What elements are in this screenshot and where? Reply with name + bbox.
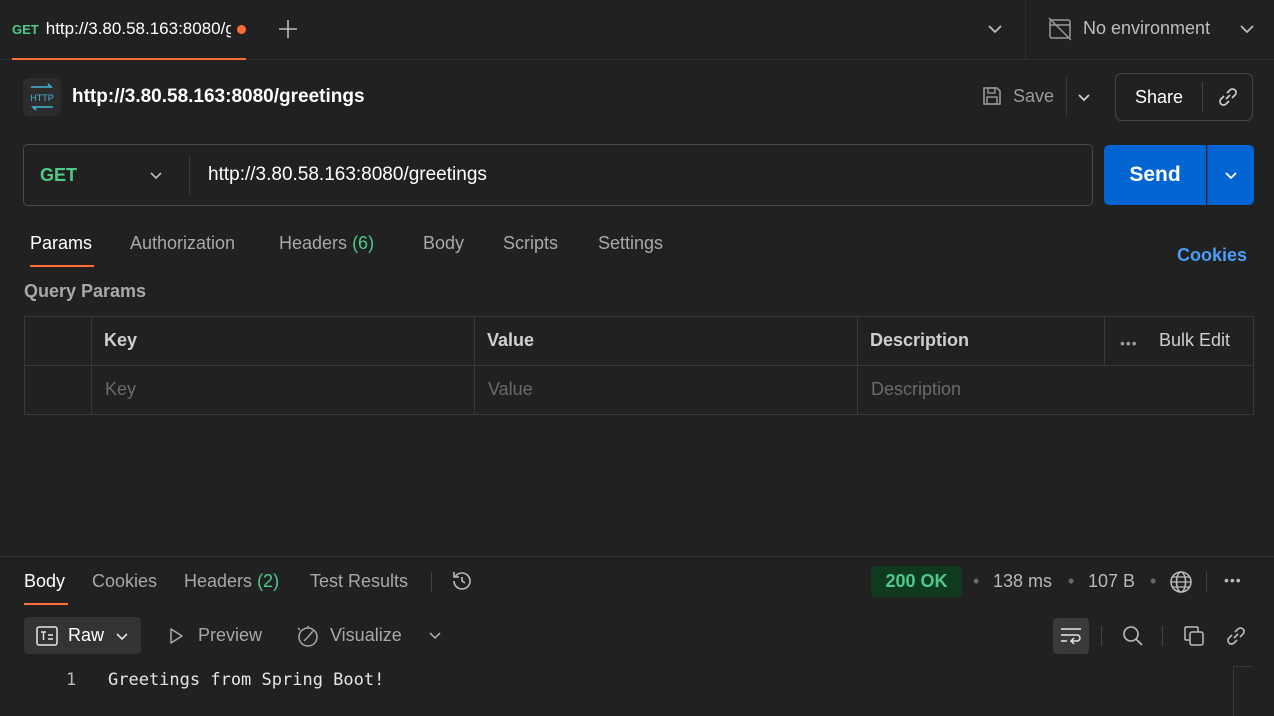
meta-separator bbox=[1206, 572, 1207, 592]
visualize-label: Visualize bbox=[330, 625, 402, 645]
tab-settings[interactable]: Settings bbox=[598, 233, 663, 254]
column-header-key: Key bbox=[104, 330, 138, 350]
response-tab-cookies[interactable]: Cookies bbox=[92, 571, 157, 592]
environment-chevron-icon[interactable] bbox=[1235, 17, 1259, 41]
line-number: 1 bbox=[66, 670, 77, 690]
query-params-title: Query Params bbox=[24, 281, 147, 301]
table-col-divider bbox=[91, 316, 92, 415]
save-label: Save bbox=[1013, 85, 1055, 106]
request-name[interactable]: http://3.80.58.163:8080/greetings bbox=[72, 86, 365, 108]
save-button[interactable]: Save bbox=[975, 76, 1063, 116]
copy-link-icon[interactable] bbox=[1204, 74, 1252, 120]
method-select[interactable]: GET bbox=[24, 145, 189, 205]
no-environment-icon bbox=[1047, 16, 1073, 42]
column-header-description: Description bbox=[870, 330, 970, 350]
tab-authorization[interactable]: Authorization bbox=[130, 233, 235, 254]
share-divider bbox=[1202, 82, 1203, 112]
tab-body[interactable]: Body bbox=[423, 233, 464, 254]
tabs-dropdown-chevron-icon[interactable] bbox=[983, 17, 1007, 41]
response-format-select[interactable]: Raw bbox=[24, 617, 141, 654]
tab-headers-count: (6) bbox=[352, 233, 375, 253]
new-tab-plus-icon[interactable] bbox=[276, 17, 300, 41]
format-label: Raw bbox=[68, 625, 105, 645]
save-divider bbox=[1066, 76, 1067, 118]
preview-label: Preview bbox=[198, 625, 263, 645]
table-col-divider bbox=[1104, 316, 1105, 365]
network-globe-icon[interactable] bbox=[1168, 569, 1194, 595]
http-request-icon: HTTP bbox=[23, 78, 61, 116]
response-link-icon[interactable] bbox=[1224, 624, 1248, 648]
share-button[interactable]: Share bbox=[1116, 74, 1202, 120]
request-tab[interactable]: GET http://3.80.58.163:8080/greetings bbox=[12, 0, 246, 60]
key-input[interactable]: Key bbox=[105, 379, 136, 400]
method-label: GET bbox=[40, 164, 78, 185]
response-pane-divider[interactable] bbox=[0, 556, 1274, 557]
response-tab-test-results[interactable]: Test Results bbox=[310, 571, 408, 592]
active-response-tab-indicator bbox=[24, 603, 68, 605]
meta-separator-dot: • bbox=[1068, 571, 1075, 591]
tab-method-label: GET bbox=[12, 21, 39, 37]
response-size[interactable]: 107 B bbox=[1088, 571, 1135, 592]
environment-selector[interactable]: No environment bbox=[1083, 18, 1210, 39]
value-input[interactable]: Value bbox=[488, 379, 533, 400]
response-headers-count: (2) bbox=[257, 571, 280, 591]
status-badge[interactable]: 200 OK bbox=[871, 566, 962, 597]
search-icon[interactable] bbox=[1121, 624, 1145, 648]
table-row-divider bbox=[24, 365, 1254, 366]
response-tabs-separator bbox=[431, 572, 432, 592]
response-scrollbar[interactable] bbox=[1233, 666, 1253, 716]
save-options-chevron-icon[interactable] bbox=[1068, 76, 1100, 118]
bulk-edit-button[interactable]: Bulk Edit bbox=[1159, 330, 1230, 351]
preview-button[interactable]: Preview bbox=[166, 617, 262, 654]
format-chevron-icon bbox=[114, 628, 130, 644]
toolbar-separator bbox=[1101, 626, 1102, 646]
url-divider bbox=[189, 155, 190, 195]
copy-icon[interactable] bbox=[1182, 624, 1206, 648]
history-icon[interactable] bbox=[449, 568, 475, 594]
meta-separator-dot: • bbox=[973, 571, 980, 591]
tab-headers-label: Headers bbox=[279, 233, 348, 253]
response-tab-body[interactable]: Body bbox=[24, 571, 65, 592]
tab-scripts[interactable]: Scripts bbox=[503, 233, 558, 254]
http-badge-label: HTTP bbox=[30, 93, 54, 103]
active-tab-indicator bbox=[30, 265, 94, 267]
tab-params[interactable]: Params bbox=[30, 233, 92, 254]
method-chevron-icon bbox=[147, 166, 165, 184]
more-options-icon[interactable]: ••• bbox=[1120, 335, 1138, 351]
play-icon bbox=[166, 626, 186, 646]
response-time[interactable]: 138 ms bbox=[993, 571, 1052, 592]
url-input[interactable]: http://3.80.58.163:8080/greetings bbox=[208, 162, 1078, 188]
toolbar-separator bbox=[1162, 626, 1163, 646]
save-icon bbox=[981, 85, 1003, 107]
response-tab-headers[interactable]: Headers (2) bbox=[184, 571, 279, 592]
response-more-options-icon[interactable]: ••• bbox=[1224, 572, 1242, 588]
column-header-value: Value bbox=[487, 330, 535, 350]
visualize-options-chevron-icon[interactable] bbox=[424, 624, 446, 646]
table-col-divider bbox=[857, 316, 858, 415]
visualize-icon bbox=[296, 624, 320, 648]
table-col-divider bbox=[474, 316, 475, 415]
tab-title: http://3.80.58.163:8080/greetings bbox=[45, 19, 232, 38]
send-options-chevron-icon[interactable] bbox=[1207, 145, 1254, 205]
response-headers-label: Headers bbox=[184, 571, 253, 591]
visualize-button[interactable]: Visualize bbox=[296, 617, 402, 654]
send-button[interactable]: Send bbox=[1104, 145, 1206, 205]
cookies-link[interactable]: Cookies bbox=[1177, 245, 1247, 266]
meta-separator-dot: • bbox=[1150, 571, 1157, 591]
unsaved-dot-icon bbox=[237, 24, 246, 34]
environment-divider bbox=[1025, 0, 1026, 60]
wrap-lines-icon[interactable] bbox=[1053, 618, 1089, 654]
tab-headers[interactable]: Headers (6) bbox=[279, 233, 374, 254]
raw-format-icon bbox=[36, 625, 58, 646]
description-input[interactable]: Description bbox=[871, 379, 961, 400]
response-body-text[interactable]: Greetings from Spring Boot! bbox=[108, 670, 384, 690]
